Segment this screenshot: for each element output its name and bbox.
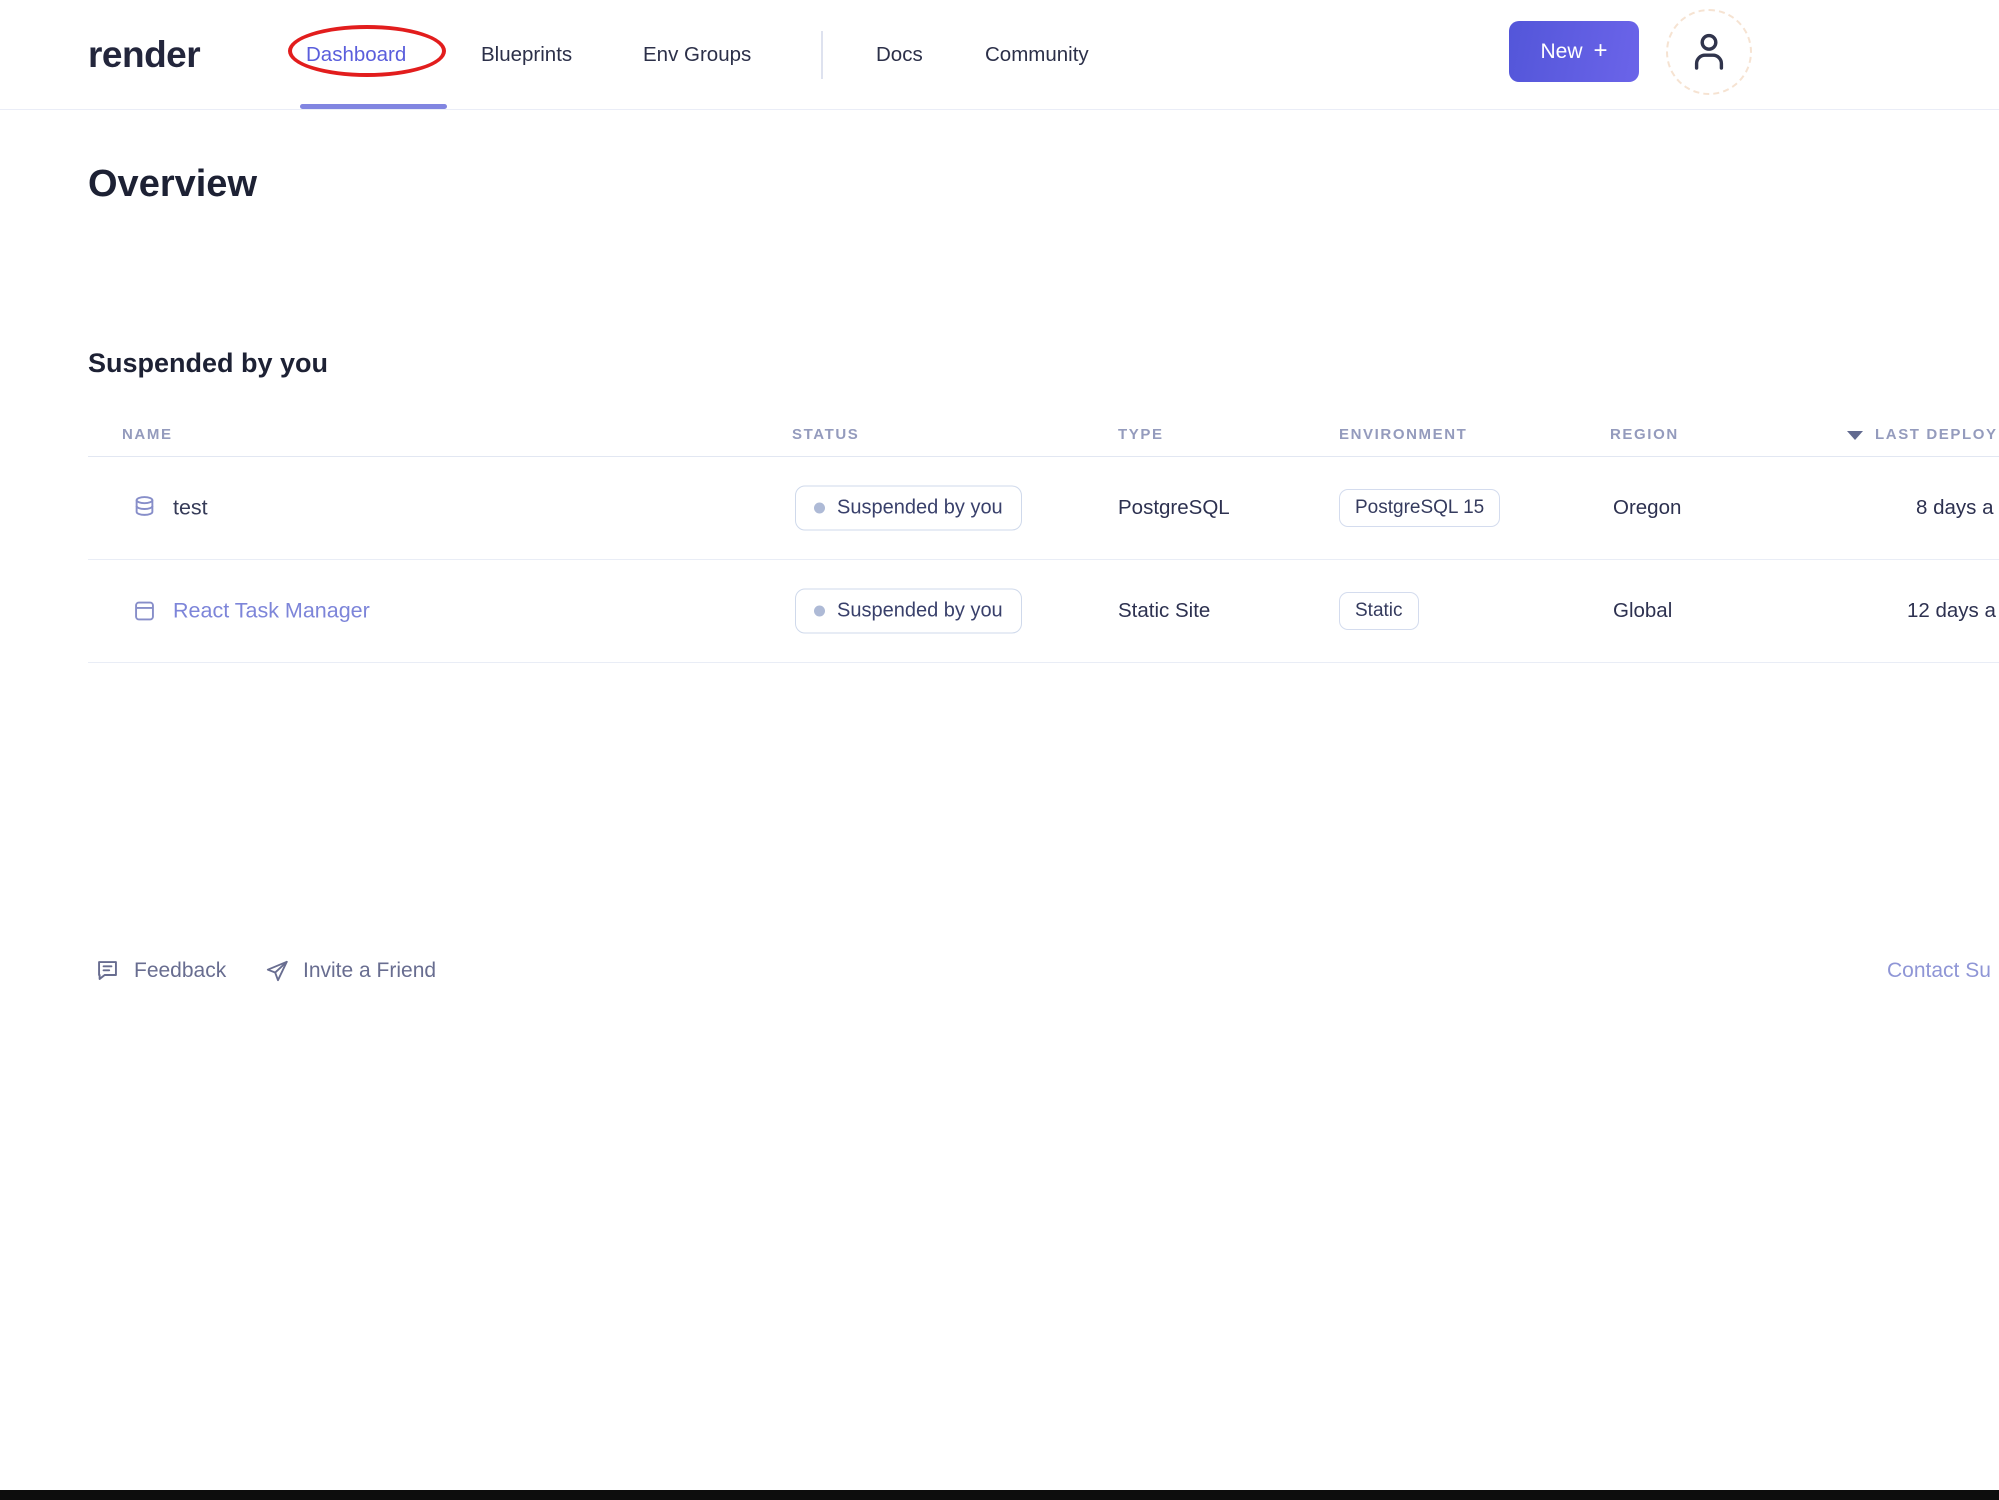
status-dot-icon (814, 605, 825, 617)
nav-item-env-groups[interactable]: Env Groups (643, 43, 751, 67)
feedback-link[interactable]: Feedback (94, 948, 226, 993)
column-header-status[interactable]: STATUS (792, 426, 859, 443)
status-dot-icon (814, 502, 825, 514)
service-name[interactable]: React Task Manager (173, 599, 370, 624)
nav-item-docs[interactable]: Docs (876, 43, 923, 67)
table-row[interactable]: React Task Manager Suspended by you Stat… (88, 560, 1999, 663)
service-region: Oregon (1613, 496, 1682, 519)
nav-item-dashboard[interactable]: Dashboard (306, 43, 406, 67)
last-deploy: 12 days a (1907, 599, 1996, 622)
feedback-bubble-icon (94, 957, 121, 984)
status-label: Suspended by you (837, 496, 1003, 519)
active-tab-indicator (300, 104, 447, 109)
service-type: Static Site (1118, 599, 1211, 622)
database-icon (131, 495, 158, 522)
paper-plane-icon (264, 958, 290, 984)
invite-a-friend-link[interactable]: Invite a Friend (264, 948, 436, 993)
bottom-screen-edge (0, 1490, 1999, 1500)
nav-item-community[interactable]: Community (985, 43, 1089, 67)
column-header-type[interactable]: TYPE (1118, 426, 1164, 443)
page-title: Overview (88, 163, 257, 205)
invite-label: Invite a Friend (303, 958, 437, 982)
render-logo[interactable]: render (88, 34, 201, 76)
environment-badge: PostgreSQL 15 (1339, 489, 1501, 527)
sort-descending-icon[interactable] (1847, 431, 1863, 440)
table-header: NAME STATUS TYPE ENVIRONMENT REGION LAST… (88, 420, 1999, 457)
new-button-label: New (1540, 39, 1583, 63)
nav-divider (821, 31, 823, 79)
section-heading: Suspended by you (88, 348, 329, 378)
service-name[interactable]: test (173, 496, 208, 521)
column-header-environment[interactable]: ENVIRONMENT (1339, 426, 1467, 443)
environment-badge: Static (1339, 592, 1419, 630)
new-button[interactable]: New + (1509, 21, 1639, 82)
account-menu-button[interactable] (1666, 9, 1752, 95)
static-site-icon (131, 598, 158, 625)
service-region: Global (1613, 599, 1673, 622)
plus-icon: + (1593, 36, 1608, 64)
nav-item-blueprints[interactable]: Blueprints (481, 43, 572, 67)
column-header-name[interactable]: NAME (122, 426, 173, 443)
column-header-region[interactable]: REGION (1610, 426, 1679, 443)
status-badge: Suspended by you (795, 485, 1022, 531)
render-dashboard-page: render Dashboard Blueprints Env Groups D… (0, 0, 1999, 1500)
service-type: PostgreSQL (1118, 496, 1230, 519)
contact-support-link[interactable]: Contact Su (1887, 948, 1991, 993)
user-icon (1685, 28, 1733, 76)
feedback-label: Feedback (134, 958, 227, 982)
table-row[interactable]: test Suspended by you PostgreSQL Postgre… (88, 457, 1999, 560)
status-badge: Suspended by you (795, 588, 1022, 634)
top-nav: render Dashboard Blueprints Env Groups D… (0, 0, 1999, 110)
column-header-last-deploy[interactable]: LAST DEPLOY (1875, 426, 1998, 443)
last-deploy: 8 days a (1916, 496, 1994, 519)
status-label: Suspended by you (837, 599, 1003, 622)
